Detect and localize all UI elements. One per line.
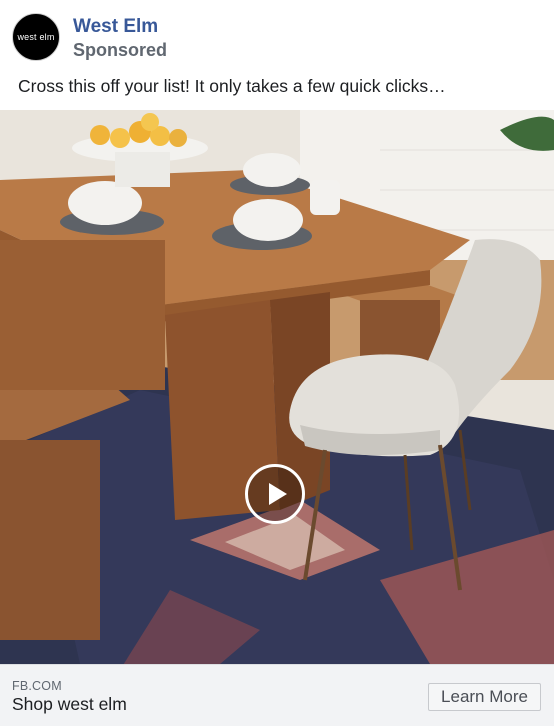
link-card[interactable]: FB.COM Shop west elm Learn More — [0, 664, 554, 726]
play-icon — [269, 483, 287, 505]
link-headline[interactable]: Shop west elm — [12, 694, 127, 715]
post-header: west elm West Elm Sponsored — [0, 0, 554, 72]
learn-more-button[interactable]: Learn More — [428, 683, 541, 711]
page-name-link[interactable]: West Elm — [73, 16, 158, 38]
avatar-logo-text: west elm — [17, 32, 55, 42]
dining-room-image — [0, 110, 554, 664]
play-button[interactable] — [245, 464, 305, 524]
ad-text: Cross this off your list! It only takes … — [18, 76, 446, 96]
sponsored-label[interactable]: Sponsored — [73, 39, 167, 61]
video-media[interactable] — [0, 110, 554, 664]
link-domain: FB.COM — [12, 679, 62, 693]
page-avatar[interactable]: west elm — [12, 13, 60, 61]
